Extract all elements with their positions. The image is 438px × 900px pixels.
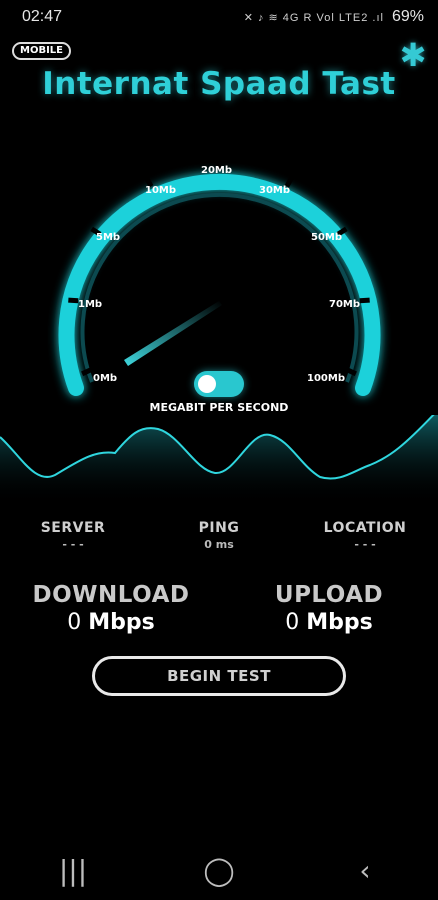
gauge-label-3: 10Mb	[145, 185, 177, 196]
recents-icon[interactable]: |||	[43, 854, 103, 887]
system-nav-bar: ||| ◯ ‹	[0, 840, 438, 900]
location-stat: LOCATION - - -	[295, 520, 435, 551]
ping-stat: PING 0 ms	[149, 520, 289, 551]
gauge-label-1: 1Mb	[78, 299, 103, 310]
home-icon[interactable]: ◯	[189, 854, 249, 887]
server-label: SERVER	[40, 520, 106, 536]
status-bar: 02:47 ✕ ♪ ≋ 4G R Vol LTE2 .ıl 69%	[0, 0, 438, 34]
gauge-label-5: 30Mb	[259, 185, 291, 196]
back-icon[interactable]: ‹	[335, 854, 395, 887]
download-value: 0	[67, 610, 82, 635]
upload-label: UPLOAD	[274, 582, 384, 608]
server-value: - - -	[62, 538, 84, 551]
unit-toggle[interactable]	[194, 371, 244, 397]
gauge-label-0: 0Mb	[93, 373, 118, 384]
location-value: - - -	[354, 538, 376, 551]
location-label: LOCATION	[323, 520, 407, 536]
download-value-row: 0 Mbps	[11, 610, 211, 635]
gauge-ticks	[68, 159, 370, 377]
mode-badge[interactable]: MOBILE	[12, 42, 71, 60]
gauge-label-6: 50Mb	[311, 232, 343, 243]
gauge-arc	[58, 173, 381, 396]
upload-panel: UPLOAD 0 Mbps	[229, 582, 429, 635]
upload-value: 0	[285, 610, 300, 635]
gauge-label-7: 70Mb	[329, 299, 361, 310]
download-unit: Mbps	[88, 610, 155, 635]
gauge-label-2: 5Mb	[96, 232, 121, 243]
upload-unit: Mbps	[306, 610, 373, 635]
download-label: DOWNLOAD	[32, 582, 190, 608]
begin-test-button[interactable]: BEGIN TEST	[92, 656, 346, 696]
status-time: 02:47	[22, 8, 63, 25]
status-icons: ✕ ♪ ≋ 4G R Vol LTE2 .ıl	[243, 11, 384, 24]
wave-fill	[0, 415, 438, 505]
upload-value-row: 0 Mbps	[229, 610, 429, 635]
ping-value: 0 ms	[204, 538, 234, 551]
gauge-tick	[359, 297, 370, 304]
ping-label: PING	[198, 520, 240, 536]
gauge-needle	[124, 301, 222, 366]
server-stat: SERVER - - -	[3, 520, 143, 551]
download-panel: DOWNLOAD 0 Mbps	[11, 582, 211, 635]
toggle-knob	[198, 375, 216, 393]
gauge-label-8: 100Mb	[307, 373, 345, 384]
battery-level: 69%	[391, 8, 424, 25]
status-right: ✕ ♪ ≋ 4G R Vol LTE2 .ıl 69%	[244, 8, 424, 26]
gauge-tick	[68, 297, 79, 304]
app-title: Internat Spaad Tast	[42, 66, 396, 102]
unit-caption: MEGABIT PER SECOND	[149, 401, 289, 414]
gauge-label-4: 20Mb	[201, 165, 233, 176]
signal-wave	[0, 415, 438, 505]
